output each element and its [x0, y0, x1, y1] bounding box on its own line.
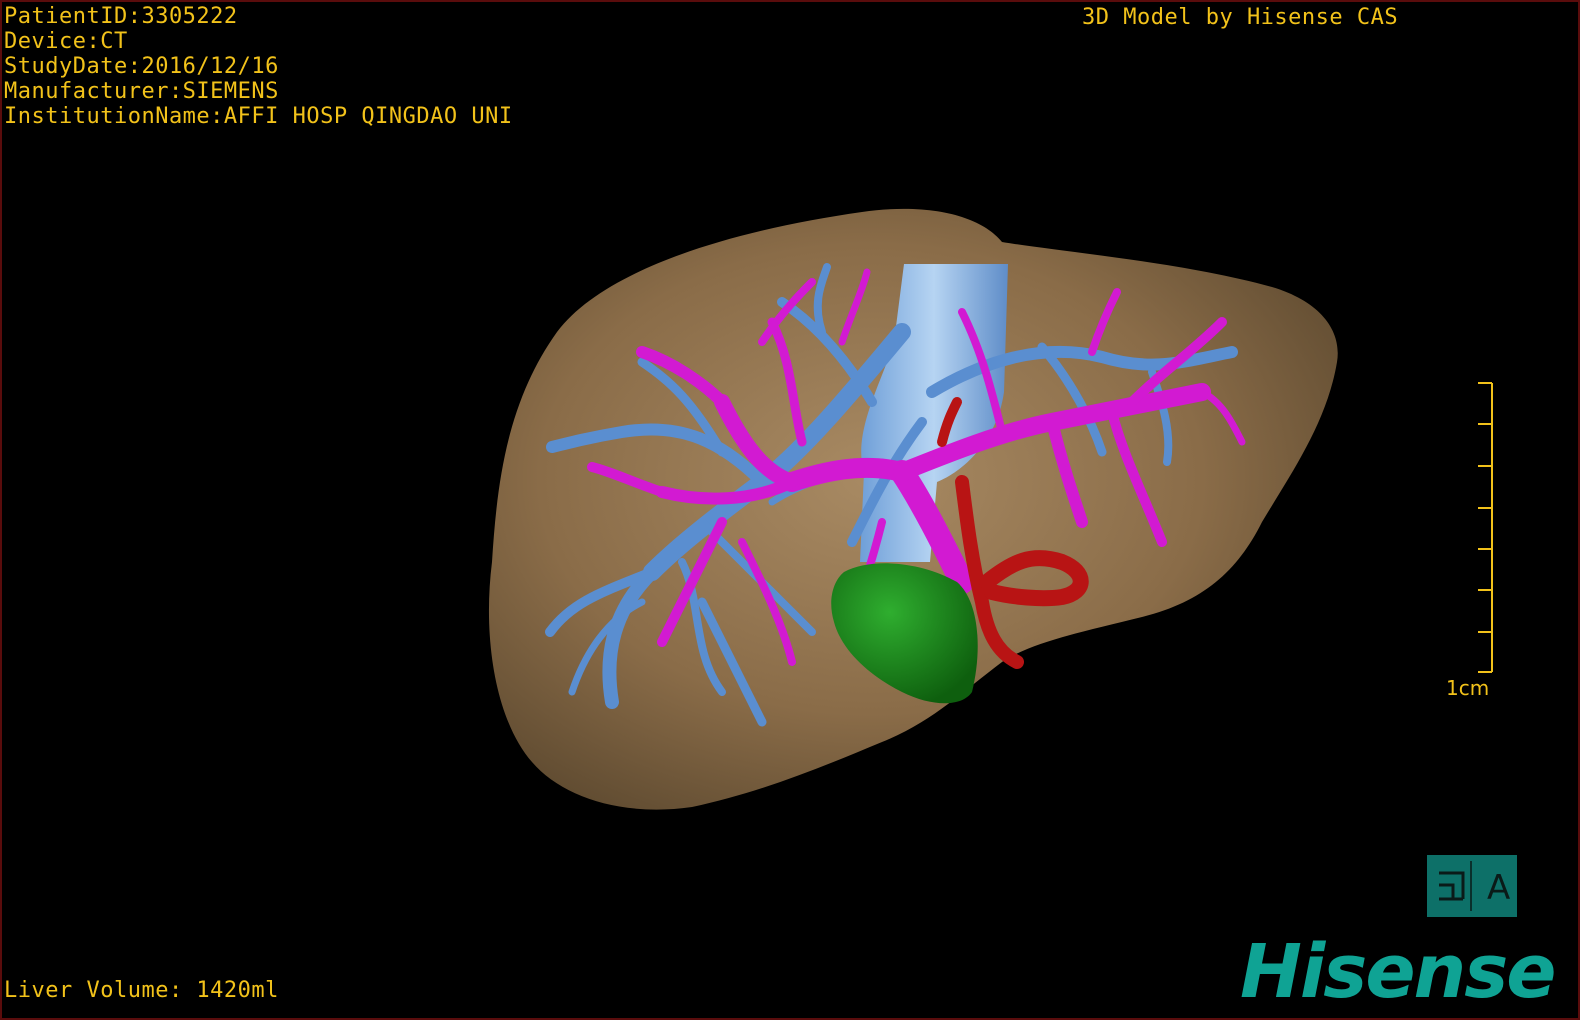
patient-id-text: PatientID:3305222 [4, 4, 238, 29]
institution-text: InstitutionName:AFFI HOSP QINGDAO UNI [4, 104, 513, 129]
study-date-text: StudyDate:2016/12/16 [4, 54, 279, 79]
scale-label: 1cm [1446, 676, 1490, 700]
patient-info-overlay: PatientID:3305222 Device:CT StudyDate:20… [4, 4, 513, 129]
view-orientation-button[interactable]: A [1427, 855, 1517, 917]
scale-ruler [1478, 382, 1493, 673]
view-orientation-icon: A [1439, 861, 1510, 911]
manufacturer-text: Manufacturer:SIEMENS [4, 79, 279, 104]
liver-volume-text: Liver Volume: 1420ml [4, 978, 279, 1003]
device-text: Device:CT [4, 29, 128, 54]
model-credit-text: 3D Model by Hisense CAS [1082, 5, 1399, 30]
view-orientation-a: A [1487, 868, 1510, 908]
hisense-logo: Hisense [1240, 929, 1556, 1015]
3d-viewport[interactable]: PatientID:3305222 Device:CT StudyDate:20… [0, 0, 1580, 1020]
liver-3d-model[interactable] [2, 2, 1578, 1018]
